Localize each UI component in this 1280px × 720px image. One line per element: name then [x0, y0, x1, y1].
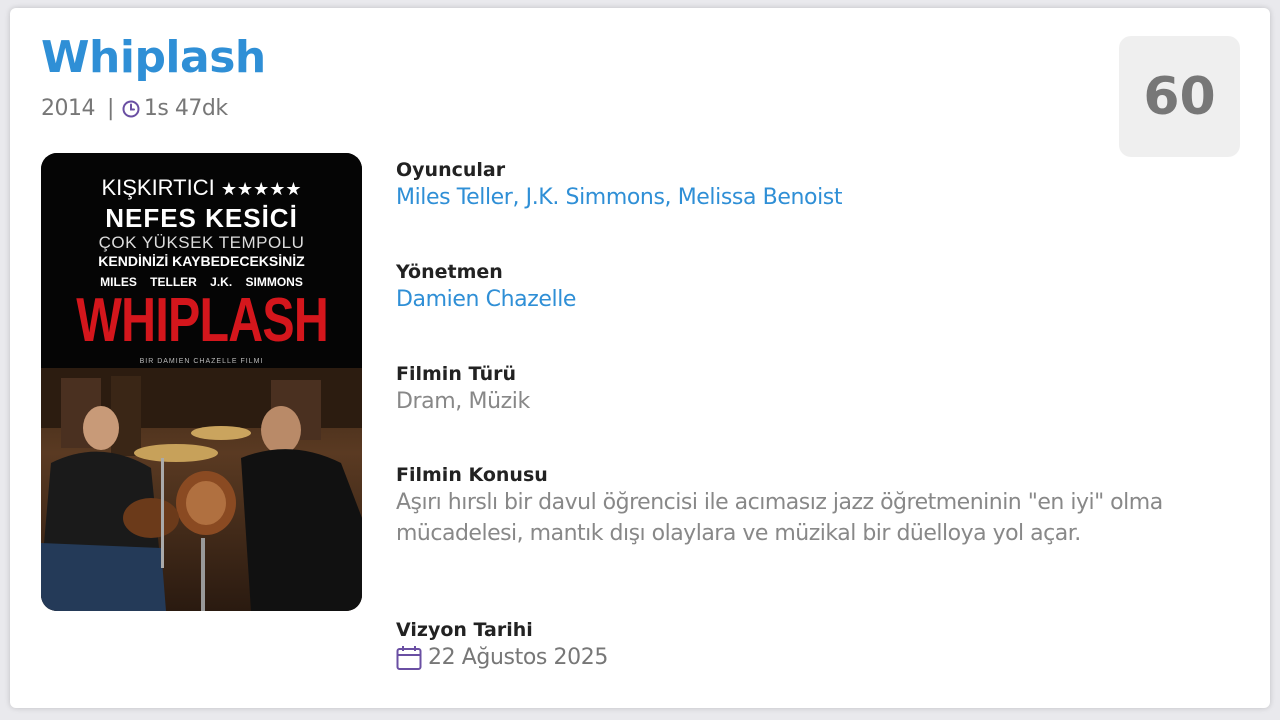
- cast-label: Oyuncular: [396, 159, 506, 181]
- movie-duration: 1s 47dk: [143, 95, 228, 121]
- genre-label: Filmin Türü: [396, 363, 517, 385]
- poster-title: WHIPLASH: [76, 286, 328, 355]
- clock-icon: [122, 99, 140, 118]
- release-section: Vizyon Tarihi 22 Ağustos 2025: [396, 618, 1246, 674]
- genre-value: Dram, Müzik: [396, 389, 530, 414]
- poster-drummer-illustration: [41, 368, 362, 611]
- poster-line-4: KENDİNİZİ KAYBEDECEKSİNİZ: [98, 253, 305, 269]
- movie-poster[interactable]: KIŞKIRTICI ★★★★★ NEFES KESİCİ ÇOK YÜKSEK…: [41, 153, 362, 611]
- meta-separator: |: [107, 95, 114, 121]
- movie-meta: 2014 | 1s 47dk: [41, 94, 228, 122]
- cast-link[interactable]: Melissa Benoist: [678, 185, 843, 210]
- movie-card: Whiplash 2014 | 1s 47dk 60 KIŞKIRTICI ★★…: [10, 8, 1270, 708]
- poster-line-2: NEFES KESİCİ: [105, 203, 298, 233]
- movie-title[interactable]: Whiplash: [41, 30, 266, 86]
- genre-section: Filmin Türü Dram, Müzik: [396, 362, 1246, 418]
- score-badge: 60: [1119, 36, 1240, 157]
- plot-text: Aşırı hırslı bir davul öğrencisi ile acı…: [396, 490, 1163, 546]
- calendar-icon: [396, 645, 422, 671]
- movie-year: 2014: [41, 95, 96, 121]
- cast-section: Oyuncular Miles Teller, J.K. Simmons, Me…: [396, 158, 1246, 214]
- director-section: Yönetmen Damien Chazelle: [396, 260, 1246, 316]
- director-label: Yönetmen: [396, 261, 503, 283]
- poster-tagline: BIR DAMIEN CHAZELLE FILMI: [139, 358, 264, 365]
- cast-list: Miles Teller, J.K. Simmons, Melissa Beno…: [396, 185, 843, 210]
- plot-label: Filmin Konusu: [396, 464, 548, 486]
- plot-section: Filmin Konusu Aşırı hırslı bir davul öğr…: [396, 463, 1246, 549]
- cast-link[interactable]: J.K. Simmons: [526, 185, 665, 210]
- poster-line-1: KIŞKIRTICI ★★★★★: [101, 175, 302, 200]
- poster-line-3: ÇOK YÜKSEK TEMPOLU: [98, 233, 305, 252]
- release-date-row: 22 Ağustos 2025: [396, 642, 1246, 674]
- release-date: 22 Ağustos 2025: [428, 645, 608, 670]
- cast-link[interactable]: Miles Teller: [396, 185, 513, 210]
- release-label: Vizyon Tarihi: [396, 619, 533, 641]
- director-link[interactable]: Damien Chazelle: [396, 284, 1246, 316]
